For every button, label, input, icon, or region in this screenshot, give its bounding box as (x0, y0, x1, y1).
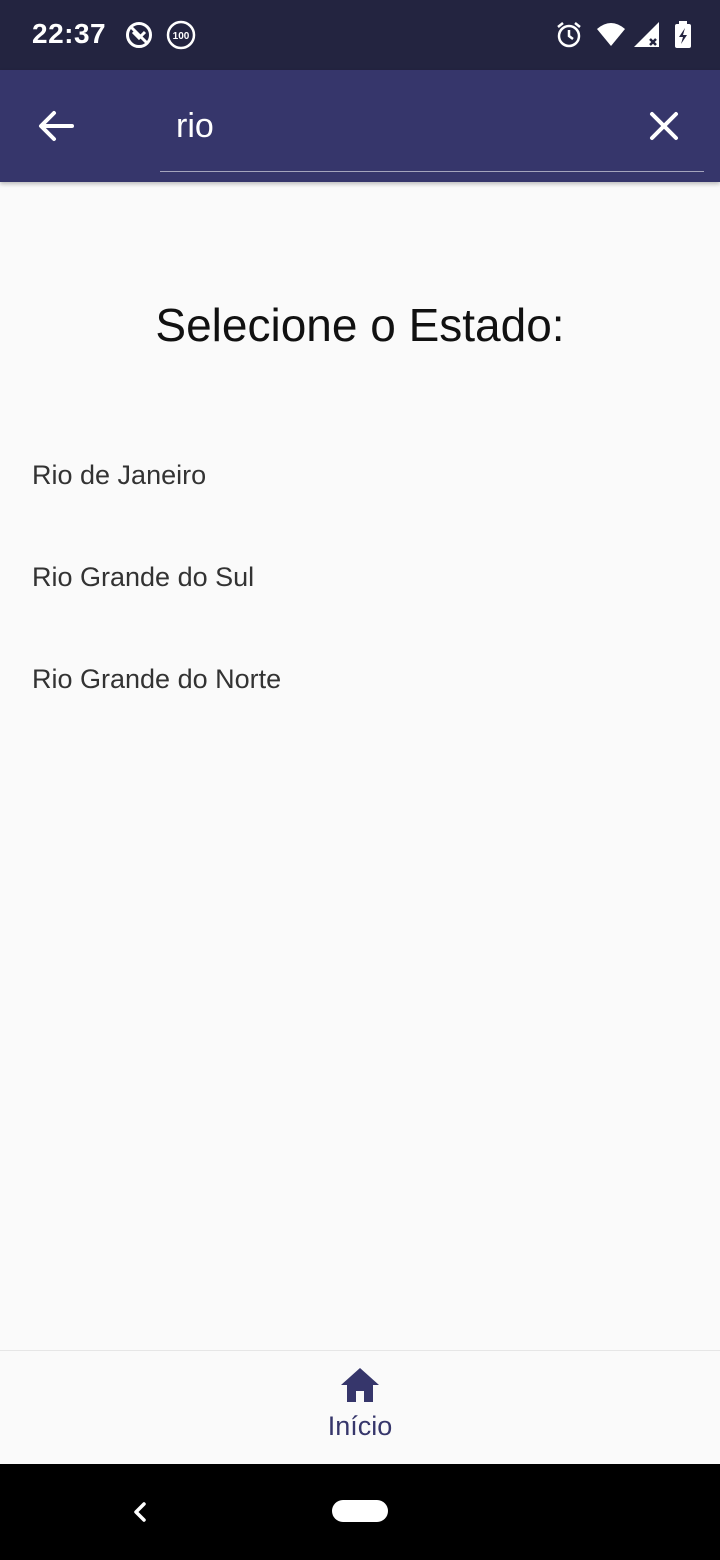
state-item-rio-grande-do-sul[interactable]: Rio Grande do Sul (0, 526, 720, 628)
back-button[interactable] (28, 98, 84, 154)
state-item-rio-grande-do-norte[interactable]: Rio Grande do Norte (0, 628, 720, 730)
clear-search-button[interactable] (636, 98, 692, 154)
status-time: 22:37 (32, 18, 107, 49)
svg-text:100: 100 (173, 31, 190, 42)
page-title: Selecione o Estado: (155, 299, 565, 351)
battery-charging-icon (675, 21, 691, 48)
nav-item-home-label: Início (327, 1411, 393, 1441)
home-icon (341, 1368, 379, 1402)
no-disturb-icon (126, 22, 152, 48)
search-input[interactable] (176, 102, 616, 150)
state-item-rio-de-janeiro[interactable]: Rio de Janeiro (0, 424, 720, 526)
close-icon (650, 112, 678, 140)
status-bar: 22:37 100 (0, 0, 720, 70)
system-navigation-bar (0, 1464, 720, 1560)
bottom-navigation: Início (0, 1350, 720, 1464)
nav-item-home[interactable]: Início (290, 1365, 430, 1457)
wifi-icon (597, 23, 625, 46)
alarm-icon (557, 22, 581, 48)
signal-icon (634, 22, 659, 47)
search-field-container (160, 92, 704, 172)
battery-saver-100-icon: 100 (166, 20, 196, 50)
state-list: Rio de Janeiro Rio Grande do Sul Rio Gra… (0, 424, 720, 730)
system-back-icon[interactable] (124, 1496, 156, 1528)
arrow-back-icon (39, 111, 74, 141)
search-app-bar (0, 70, 720, 182)
system-home-pill[interactable] (332, 1500, 388, 1522)
